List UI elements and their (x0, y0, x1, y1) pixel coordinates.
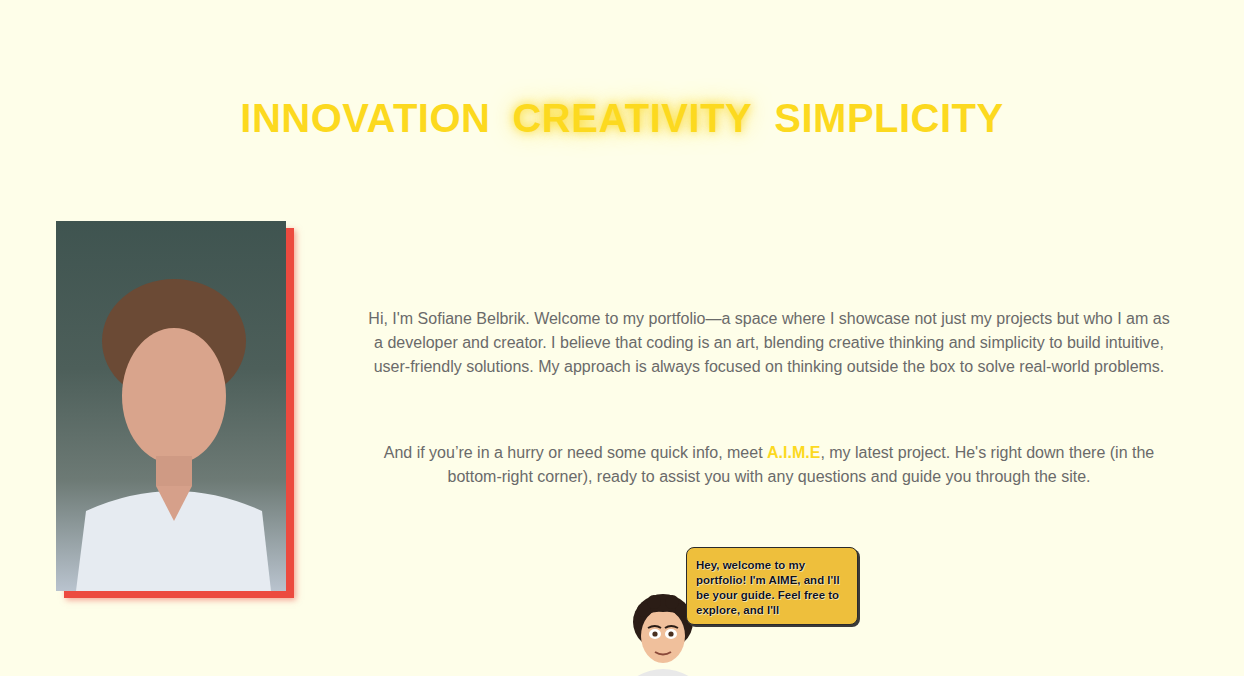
profile-photo (56, 221, 286, 591)
tagline-word: INNOVATION (240, 96, 490, 125)
aime-highlight: A.I.M.E (767, 444, 820, 461)
tagline-word: CREATIVITY (512, 96, 752, 125)
chat-bubble: Hey, welcome to my portfolio! I'm AIME, … (686, 547, 858, 625)
tagline: INNOVATION CREATIVITY SIMPLICITY (0, 0, 1244, 125)
note-text: And if you’re in a hurry or need some qu… (384, 444, 767, 461)
assistant-note: And if you’re in a hurry or need some qu… (366, 441, 1172, 489)
intro-text: Hi, I'm Sofiane Belbrik. Welcome to my p… (366, 307, 1172, 379)
tagline-word: SIMPLICITY (774, 96, 1003, 125)
